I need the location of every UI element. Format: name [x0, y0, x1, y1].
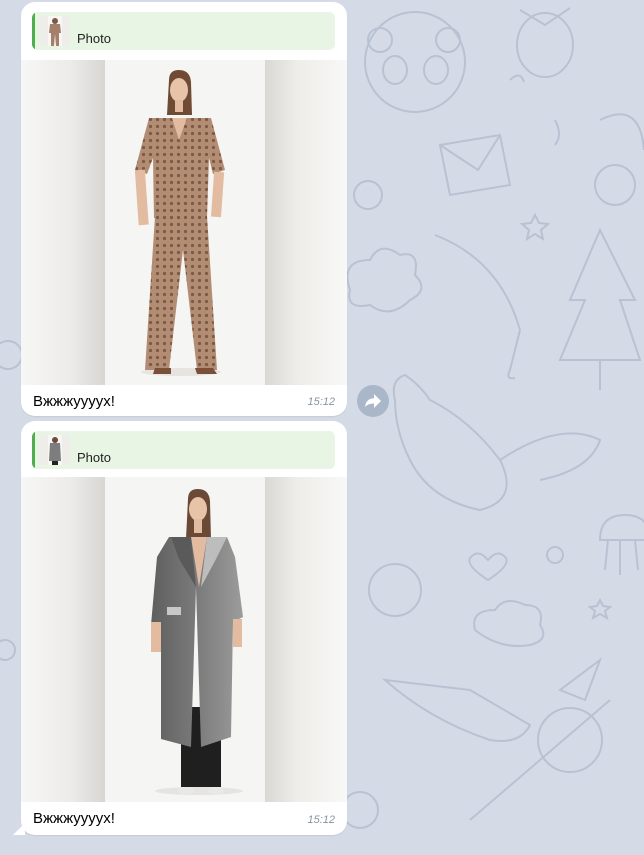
message-photo[interactable]: [21, 477, 347, 802]
reply-accent-bar: [32, 12, 35, 50]
reply-preview[interactable]: Photo: [32, 12, 335, 50]
message-caption: Вжжжуууух!: [33, 393, 115, 410]
reply-label: Photo: [77, 31, 111, 46]
reply-preview[interactable]: Photo: [32, 431, 335, 469]
message-photo[interactable]: [21, 60, 347, 385]
message-bubble-1[interactable]: Photo Вжжжуууух! 15:12: [21, 2, 347, 416]
reply-label: Photo: [77, 450, 111, 465]
forward-arrow-icon: [365, 394, 381, 408]
reply-thumbnail: [40, 435, 70, 465]
reply-accent-bar: [32, 431, 35, 469]
message-bubble-2[interactable]: Photo Вжжжуууух! 15:12: [21, 421, 347, 835]
message-caption: Вжжжуууух!: [33, 810, 115, 827]
reply-thumbnail: [40, 16, 70, 46]
message-time: 15:12: [307, 396, 335, 408]
message-time: 15:12: [307, 814, 335, 826]
forward-button[interactable]: [357, 385, 389, 417]
